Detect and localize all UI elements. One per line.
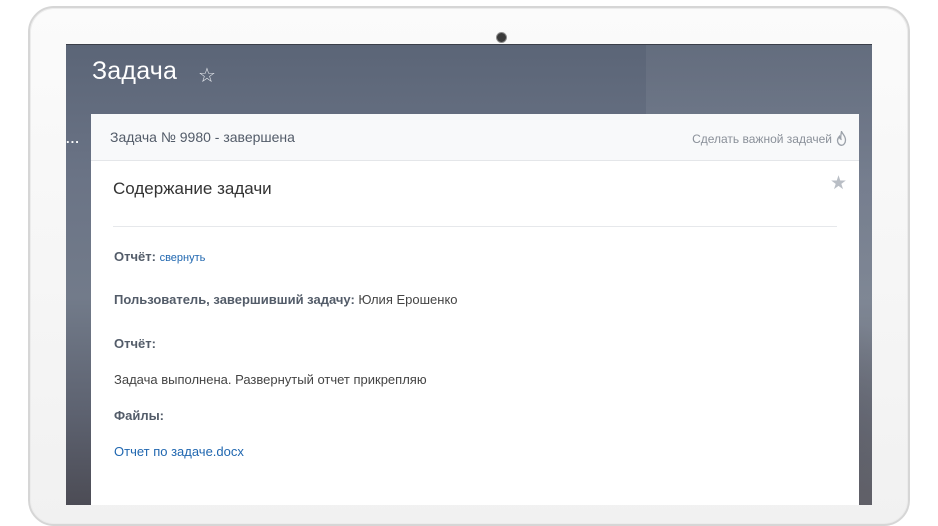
make-important-label: Сделать важной задачей (692, 131, 832, 146)
collapse-link[interactable]: свернуть (160, 252, 206, 264)
files-label: Файлы: (114, 408, 165, 423)
divider (113, 226, 837, 227)
file-row: Отчет по задаче.docx (114, 444, 244, 459)
files-heading-row: Файлы: (114, 408, 164, 423)
make-important-button[interactable]: Сделать важной задачей (692, 131, 847, 146)
content-title: Содержание задачи (113, 179, 272, 198)
task-number-status: Задача № 9980 - завершена (110, 129, 295, 145)
page-title: Задача (92, 57, 178, 85)
report-toggle-row: Отчёт: свернуть (114, 249, 205, 264)
star-outline-icon[interactable]: ☆ (198, 63, 216, 88)
sidebar-ellipsis[interactable]: ... (66, 131, 80, 146)
report-text: Задача выполнена. Развернутый отчет прик… (114, 372, 427, 387)
task-header: Задача № 9980 - завершена Сделать важной… (91, 114, 859, 161)
file-link[interactable]: Отчет по задаче.docx (114, 444, 244, 459)
task-card: Задача № 9980 - завершена Сделать важной… (91, 114, 859, 505)
completed-by-user[interactable]: Юлия Ерошенко (358, 292, 457, 307)
camera-icon (496, 32, 507, 43)
star-icon[interactable]: ★ (830, 172, 847, 195)
report-label: Отчёт: (114, 249, 156, 264)
screen: Задача ☆ ... Задача № 9980 - завершена С… (66, 44, 872, 505)
report-heading-row: Отчёт: (114, 336, 156, 351)
completed-by-label: Пользователь, завершивший задачу: (114, 292, 355, 307)
report-heading: Отчёт: (114, 336, 156, 351)
flame-icon (836, 131, 847, 146)
completed-by-row: Пользователь, завершивший задачу: Юлия Е… (114, 292, 458, 307)
report-text-row: Задача выполнена. Развернутый отчет прик… (114, 372, 427, 387)
